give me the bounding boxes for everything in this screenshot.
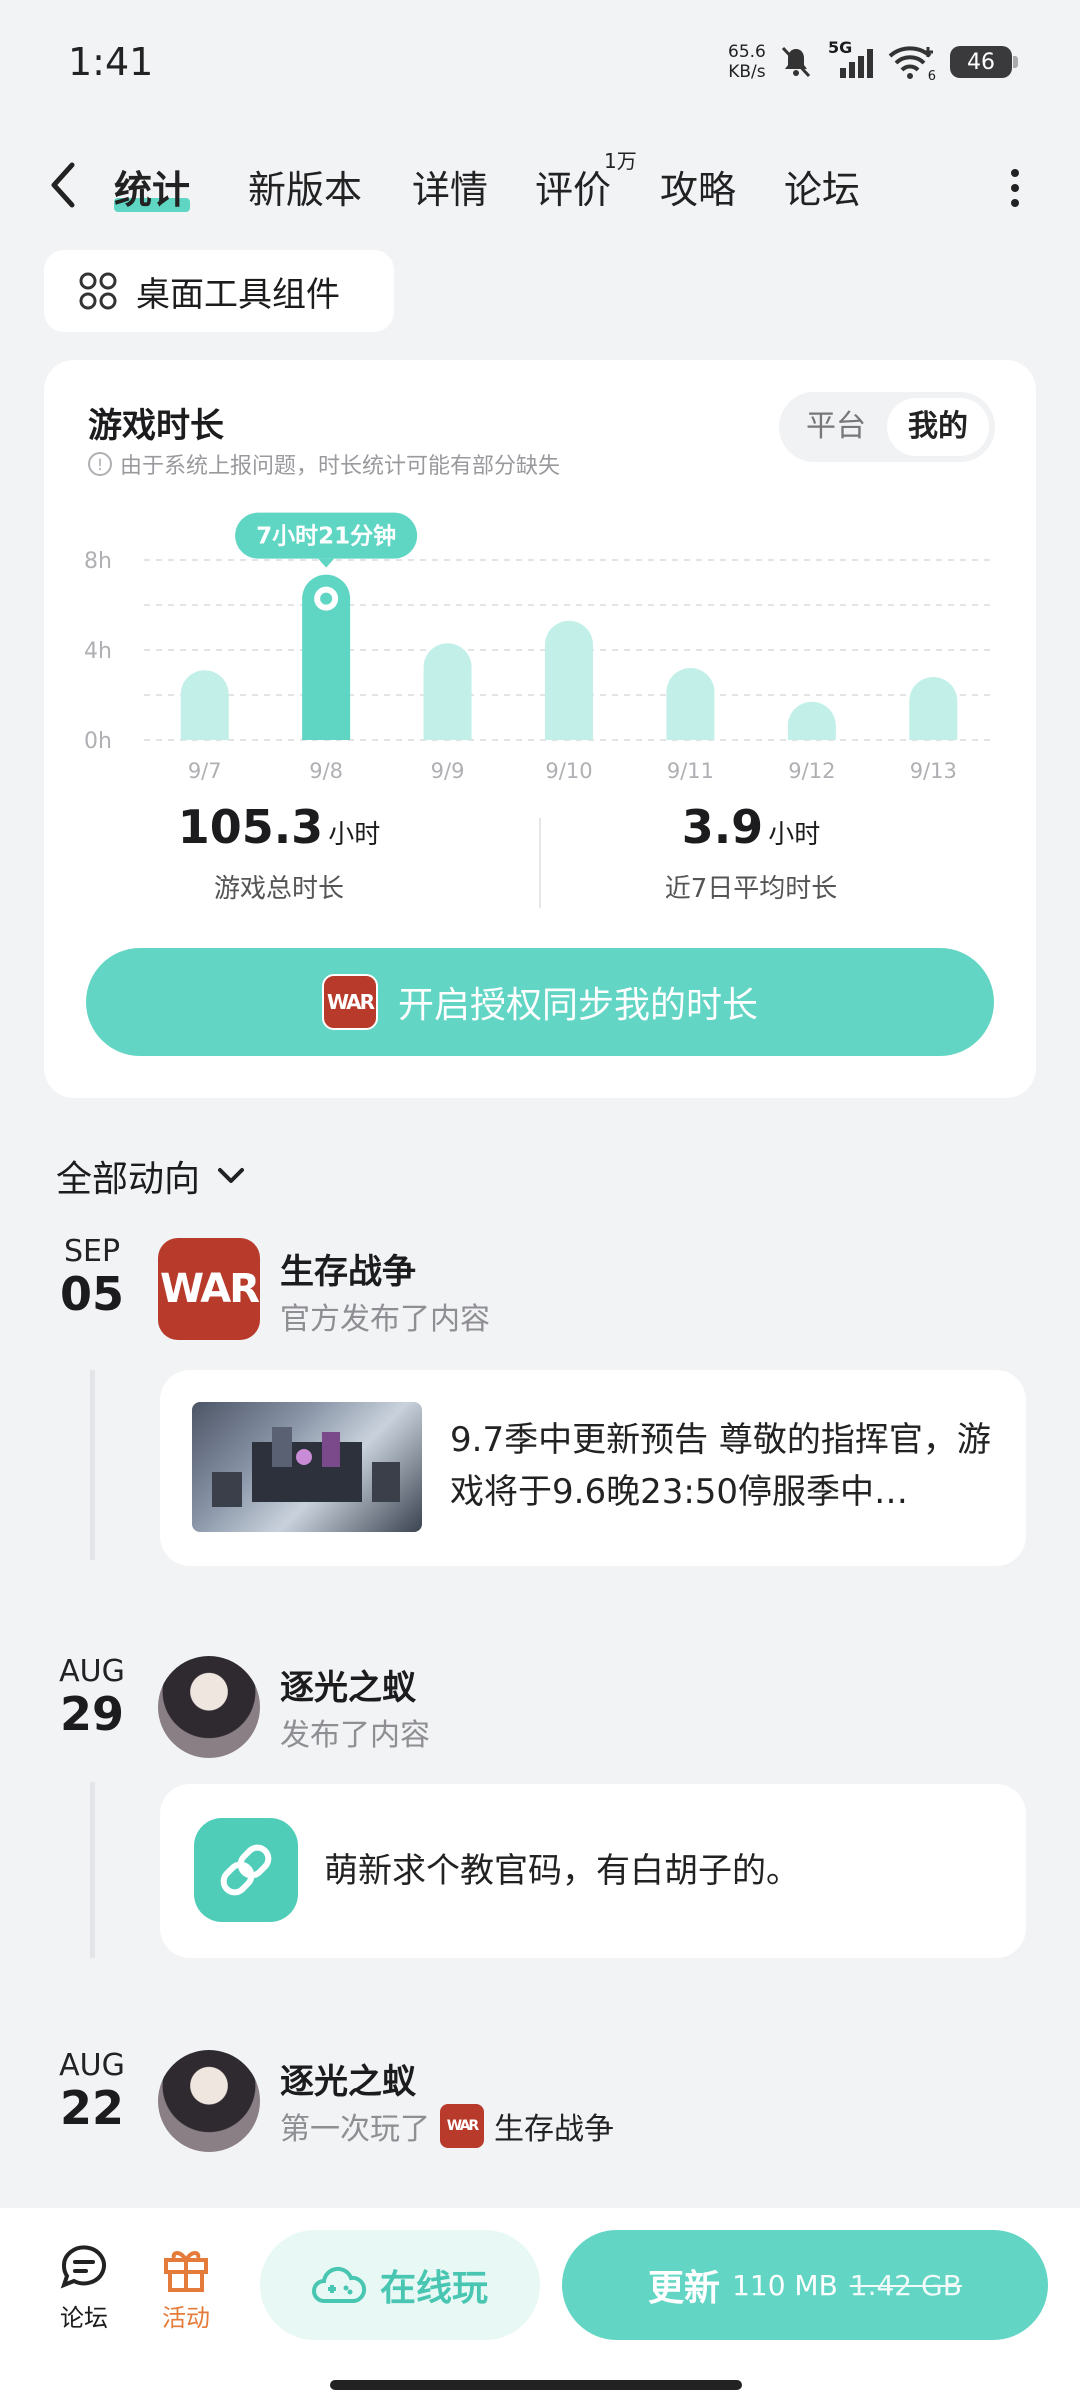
tab-reviews[interactable]: 评价 xyxy=(535,159,611,214)
feed-date: AUG 29 xyxy=(59,1654,125,1741)
widget-button-label: 桌面工具组件 xyxy=(136,274,340,315)
post-text: 9.7季中更新预告 尊敬的指挥官，游戏将于9.6晚23:50停服季中… xyxy=(450,1420,991,1512)
status-icons: 5G 6 46 xyxy=(778,38,1018,86)
tab-details[interactable]: 详情 xyxy=(412,159,488,214)
timeline-line xyxy=(90,1370,95,1560)
highlight-marker-dot xyxy=(320,592,333,605)
chevron-down-icon xyxy=(218,1168,245,1183)
total-playtime-stat: 105.3 小时 游戏总时长 xyxy=(44,800,514,905)
chart-bar xyxy=(423,643,472,740)
total-unit: 小时 xyxy=(328,820,381,850)
net-speed: 65.6 KB/s xyxy=(728,42,766,82)
info-icon: ! xyxy=(88,452,112,476)
forum-icon xyxy=(60,2245,106,2289)
status-bar: 1:41 65.6 KB/s 5G 6 46 xyxy=(0,0,1080,130)
game-logo-icon: WAR xyxy=(321,974,378,1030)
status-time: 1:41 xyxy=(68,40,154,84)
tooltip-pointer xyxy=(318,558,335,568)
x-tick-label: 9/11 xyxy=(667,759,714,780)
more-vertical-icon xyxy=(1011,169,1019,207)
x-tick-label: 9/13 xyxy=(910,759,957,780)
source-segment-control: 平台 我的 xyxy=(779,392,995,462)
x-tick-label: 9/10 xyxy=(545,759,592,780)
playtime-card: 游戏时长 ! 由于系统上报问题，时长统计可能有部分缺失 平台 我的 8h 4h 0h… xyxy=(44,360,1036,1098)
game-avatar[interactable]: WAR xyxy=(158,1238,260,1340)
segment-mine[interactable]: 我的 xyxy=(887,398,989,456)
feed-author-name[interactable]: 逐光之蚁 xyxy=(280,2054,416,2103)
feed-filter-dropdown[interactable]: 全部动向 xyxy=(56,1150,248,1202)
y-tick-label: 4h xyxy=(84,639,112,664)
tab-stats[interactable]: 统计 xyxy=(114,159,191,214)
y-tick-label: 8h xyxy=(84,549,112,574)
feed-author-name[interactable]: 生存战争 xyxy=(280,1244,416,1293)
tab-forum[interactable]: 论坛 xyxy=(784,159,860,214)
avg-playtime-stat: 3.9 小时 近7日平均时长 xyxy=(516,800,986,905)
chart-bar xyxy=(666,668,715,740)
bottom-action-bar: 论坛 活动 在线玩 更新 110 MB 1.42 GB xyxy=(0,2208,1080,2403)
segment-platform[interactable]: 平台 xyxy=(785,398,887,456)
sync-playtime-button[interactable]: WAR 开启授权同步我的时长 xyxy=(86,948,994,1056)
sync-button-label: 开启授权同步我的时长 xyxy=(397,985,758,1026)
activity-button[interactable]: 活动 xyxy=(136,2238,236,2333)
reviews-count-badge: 1万 xyxy=(604,149,637,173)
feed-date: SEP 05 xyxy=(59,1234,124,1321)
cell-signal-icon: 5G xyxy=(828,38,874,80)
post-card[interactable]: 9.7季中更新预告 尊敬的指挥官，游戏将于9.6晚23:50停服季中… xyxy=(160,1370,1026,1566)
post-thumbnail xyxy=(192,1402,422,1532)
feed-action-text: 发布了内容 xyxy=(280,1718,430,1753)
feed-action-text: 第一次玩了 WAR 生存战争 xyxy=(280,2104,614,2148)
playtime-chart: 8h 4h 0h 9/7 9/8 7小时21分钟 9/9 9/10 9/11 9/12 9/13 xyxy=(84,512,994,780)
gift-icon xyxy=(164,2251,208,2292)
game-mini-icon: WAR xyxy=(440,2104,484,2148)
highlight-tooltip-label: 7小时21分钟 xyxy=(256,524,396,550)
chevron-left-icon xyxy=(51,162,75,208)
tab-new-version[interactable]: 新版本 xyxy=(248,159,362,214)
chart-bar xyxy=(909,677,958,740)
mute-bell-icon xyxy=(781,46,811,78)
x-tick-label: 9/12 xyxy=(788,759,835,780)
more-menu-button[interactable] xyxy=(1000,163,1030,213)
chart-bar xyxy=(787,701,836,740)
back-button[interactable] xyxy=(44,155,84,215)
played-game-link[interactable]: 生存战争 xyxy=(494,2104,614,2148)
avg-label: 近7日平均时长 xyxy=(664,874,838,904)
forum-button[interactable]: 论坛 xyxy=(34,2238,134,2333)
total-value: 105.3 xyxy=(177,800,324,854)
post-card[interactable]: 萌新求个教官码，有白胡子的。 xyxy=(160,1784,1026,1958)
y-tick-label: 0h xyxy=(84,729,112,754)
user-avatar[interactable] xyxy=(158,2050,260,2152)
card-title: 游戏时长 xyxy=(88,406,224,446)
avg-unit: 小时 xyxy=(768,820,821,850)
feed-action-text: 官方发布了内容 xyxy=(280,1302,490,1337)
x-tick-label: 9/8 xyxy=(309,759,343,780)
update-button[interactable]: 更新 110 MB 1.42 GB xyxy=(562,2230,1048,2340)
chart-bar xyxy=(545,620,593,740)
battery-icon: 46 xyxy=(950,46,1018,78)
feed-author-name[interactable]: 逐光之蚁 xyxy=(280,1660,416,1709)
play-online-button[interactable]: 在线玩 xyxy=(260,2230,540,2340)
desktop-widget-button[interactable]: 桌面工具组件 xyxy=(44,250,394,332)
feed-date: AUG 22 xyxy=(59,2048,125,2135)
user-avatar[interactable] xyxy=(158,1656,260,1758)
home-indicator xyxy=(330,2380,742,2390)
avg-value: 3.9 xyxy=(681,800,764,854)
x-tick-label: 9/9 xyxy=(431,759,465,780)
card-note: ! 由于系统上报问题，时长统计可能有部分缺失 xyxy=(88,448,560,480)
chart-bar xyxy=(180,670,229,740)
tab-guides[interactable]: 攻略 xyxy=(660,159,736,214)
link-icon xyxy=(194,1818,298,1922)
post-text: 萌新求个教官码，有白胡子的。 xyxy=(324,1851,800,1891)
total-label: 游戏总时长 xyxy=(213,874,344,904)
timeline-line xyxy=(90,1782,95,1958)
cloud-gamepad-icon xyxy=(312,2266,366,2303)
x-tick-label: 9/7 xyxy=(188,759,222,780)
tab-bar: 统计 新版本 详情 评价 1万 攻略 论坛 xyxy=(0,145,1080,225)
wifi-icon: 6 xyxy=(888,44,936,84)
grid-widgets-icon xyxy=(79,272,117,310)
